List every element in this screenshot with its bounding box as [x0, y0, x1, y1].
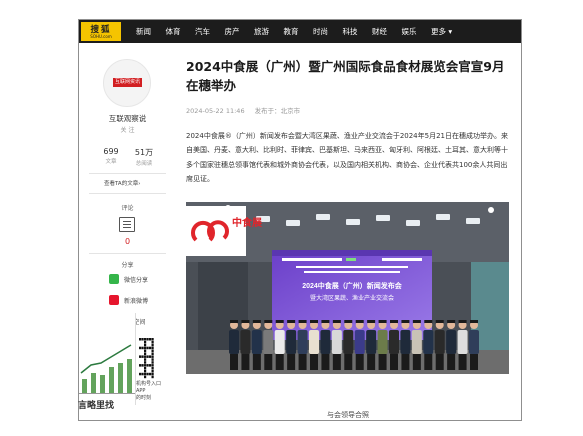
qr-caption-line: 的时刻: [136, 395, 152, 401]
nav-item[interactable]: 新闻: [136, 26, 151, 37]
bar-chart-thumbnail: [79, 313, 135, 405]
reads-label: 总阅读: [135, 161, 153, 167]
stage-screen-title: 2024中食展（广州）新闻发布会: [302, 281, 403, 290]
article-title: 2024中食展（广州）暨广州国际食品食材展览会官宣9月在穗举办: [186, 59, 505, 93]
reads-count: 51万: [134, 148, 154, 157]
article-photo[interactable]: 中食展 2024中食展（广州）新闻发布会 暨大湾区果蔬、渔业产业交流会: [186, 202, 509, 374]
comment-divider: [89, 253, 166, 254]
articles-label: 文章: [105, 159, 117, 165]
share-label: 分享: [121, 262, 134, 269]
overlay-bottom-text: 言略里找: [78, 401, 115, 411]
nav-item[interactable]: 房产: [225, 26, 240, 37]
follow-button[interactable]: 关 注: [79, 125, 176, 134]
qr-caption: 机构号入口 APP 的时刻: [136, 381, 161, 402]
photo-caption: 与会领导合照: [327, 411, 369, 419]
author-name[interactable]: 互联观察说: [79, 113, 176, 124]
nav-item[interactable]: 科技: [343, 26, 358, 37]
share-item[interactable]: 微信分享: [109, 274, 148, 284]
share-label: 新浪微博: [124, 297, 149, 305]
stage-screen-subtitle: 暨大湾区果蔬、渔业产业交流会: [310, 294, 394, 302]
sidebar-divider: [89, 193, 166, 194]
share-label: 微信分享: [124, 276, 149, 284]
logo-subtext: SOHU.com: [90, 34, 112, 39]
nav-more-dropdown[interactable]: 更多 ▾: [431, 26, 452, 37]
share-icon: [109, 274, 119, 284]
share-item[interactable]: 新浪微博: [109, 295, 148, 305]
author-avatar[interactable]: 互联网资讯: [103, 59, 151, 107]
article-body: 2024中食展®（广州）新闻发布会暨大湾区果蔬、渔业产业交流会于2024年5月2…: [186, 132, 508, 184]
articles-stat: 699 文章: [96, 147, 126, 165]
nav-item[interactable]: 汽车: [195, 26, 210, 37]
all-articles-link[interactable]: 查看TA的文章›: [104, 179, 140, 187]
nav-item[interactable]: 教育: [284, 26, 299, 37]
top-nav-bar: 搜狐 SOHU.com 新闻 体育 汽车 房产 旅游 教育 时尚 科技 财经 娱乐 更多 ▾: [79, 20, 521, 43]
author-badge: 互联网资讯: [113, 78, 142, 87]
nav-item[interactable]: 体育: [166, 26, 181, 37]
comment-count: 0: [124, 237, 131, 246]
photo-brand-text: 中食展: [232, 216, 262, 229]
article-meta: 2024-05-22 11:46 发布于：北京市: [186, 105, 308, 115]
ad-thumbnail[interactable]: [79, 313, 136, 405]
comment-icon[interactable]: [119, 217, 135, 232]
channel-nav: 新闻 体育 汽车 房产 旅游 教育 时尚 科技 财经 娱乐 更多 ▾: [136, 20, 452, 43]
comment-label: 评论: [121, 205, 134, 212]
reads-stat: 51万 总阅读: [129, 147, 159, 167]
articles-count: 699: [103, 147, 119, 156]
share-icon: [109, 295, 119, 305]
nav-item[interactable]: 娱乐: [402, 26, 417, 37]
event-photo-illustration: 中食展 2024中食展（广州）新闻发布会 暨大湾区果蔬、渔业产业交流会: [186, 202, 509, 374]
qr-code[interactable]: [138, 337, 155, 379]
nav-item[interactable]: 财经: [372, 26, 387, 37]
site-logo[interactable]: 搜狐 SOHU.com: [81, 22, 121, 41]
qr-caption-line: APP: [136, 388, 146, 394]
stats-divider: [89, 173, 166, 174]
article-source: 发布于：北京市: [254, 107, 301, 115]
qr-caption-line: 机构号入口: [136, 381, 162, 387]
nav-item[interactable]: 时尚: [313, 26, 328, 37]
article-date: 2024-05-22 11:46: [186, 107, 245, 115]
qr-code-icon: [138, 337, 155, 379]
nav-item[interactable]: 旅游: [254, 26, 269, 37]
